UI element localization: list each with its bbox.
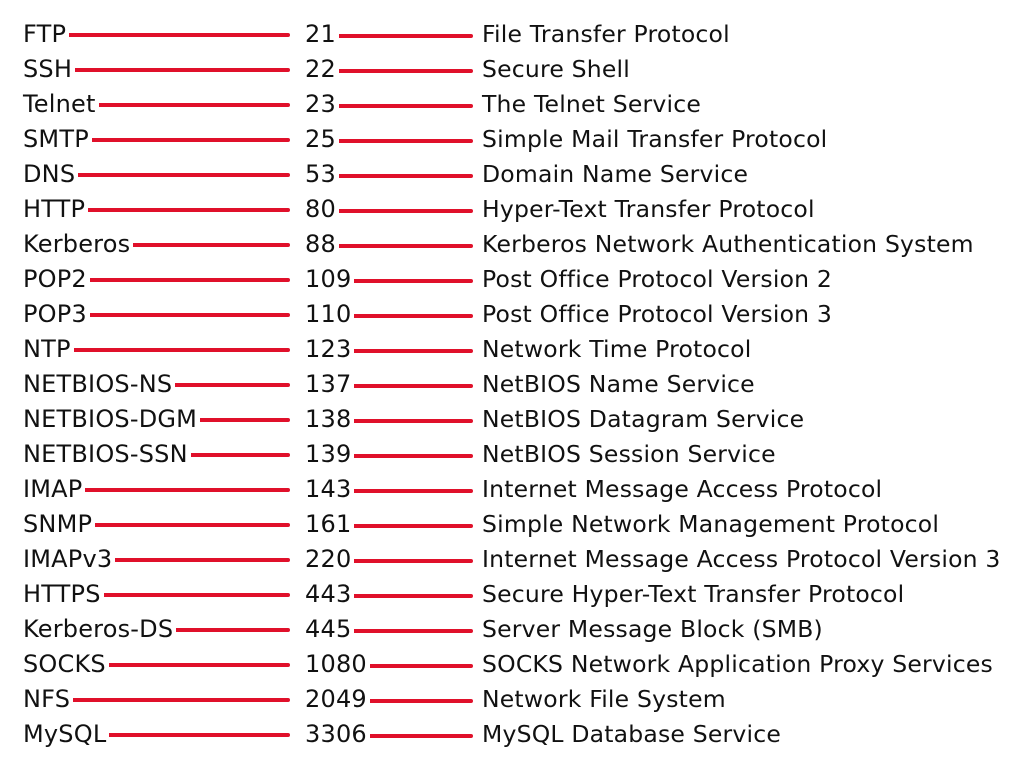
table-row: NTP 123 Network Time Protocol (0, 332, 1034, 367)
service-description: Network File System (480, 682, 726, 717)
port-number: 2049 (303, 682, 370, 717)
service-description: NetBIOS Session Service (480, 437, 776, 472)
protocol-name: IMAP (23, 472, 86, 507)
service-description: NetBIOS Datagram Service (480, 402, 805, 437)
port-number: 445 (303, 612, 355, 647)
port-number: 23 (303, 87, 339, 122)
table-row: IMAP 143 Internet Message Access Protocol (0, 472, 1034, 507)
service-description: Kerberos Network Authentication System (480, 227, 974, 262)
port-number: 139 (303, 437, 355, 472)
protocol-name: HTTPS (23, 577, 104, 612)
port-number: 138 (303, 402, 355, 437)
table-row: DNS 53 Domain Name Service (0, 157, 1034, 192)
table-row: MySQL 3306 MySQL Database Service (0, 717, 1034, 752)
table-row: SOCKS 1080 SOCKS Network Application Proxy… (0, 647, 1034, 682)
service-description: NetBIOS Name Service (480, 367, 755, 402)
protocol-name: SMTP (23, 122, 92, 157)
service-description: Server Message Block (SMB) (480, 612, 823, 647)
protocol-name: NETBIOS-NS (23, 367, 176, 402)
port-number: 161 (303, 507, 355, 542)
table-row: FTP 21 File Transfer Protocol (0, 17, 1034, 52)
protocol-name: NETBIOS-DGM (23, 402, 201, 437)
protocol-name: SOCKS (23, 647, 109, 682)
table-row: Kerberos-DS 445 Server Message Block (SMB) (0, 612, 1034, 647)
service-description: MySQL Database Service (480, 717, 782, 752)
service-description: Simple Network Management Protocol (480, 507, 940, 542)
protocol-name: Telnet (23, 87, 99, 122)
table-row: POP3 110 Post Office Protocol Version 3 (0, 297, 1034, 332)
service-description: Simple Mail Transfer Protocol (480, 122, 828, 157)
protocol-name: POP2 (23, 262, 90, 297)
port-number: 21 (303, 17, 339, 52)
port-number: 3306 (303, 717, 370, 752)
protocol-name: HTTP (23, 192, 89, 227)
protocol-name: NETBIOS-SSN (23, 437, 191, 472)
service-description: Post Office Protocol Version 2 (480, 262, 833, 297)
protocol-name: MySQL (23, 717, 110, 752)
port-number: 123 (303, 332, 355, 367)
table-row: NETBIOS-DGM 138 NetBIOS Datagram Service (0, 402, 1034, 437)
port-number: 22 (303, 52, 339, 87)
table-row: SMTP 25 Simple Mail Transfer Protocol (0, 122, 1034, 157)
port-number: 137 (303, 367, 355, 402)
protocol-name: SSH (23, 52, 76, 87)
table-row: POP2 109 Post Office Protocol Version 2 (0, 262, 1034, 297)
service-description: File Transfer Protocol (480, 17, 730, 52)
table-row: NFS 2049 Network File System (0, 682, 1034, 717)
port-number: 109 (303, 262, 355, 297)
service-description: Internet Message Access Protocol Version… (480, 542, 1001, 577)
service-description: Secure Shell (480, 52, 630, 87)
service-description: The Telnet Service (480, 87, 702, 122)
protocol-name: IMAPv3 (23, 542, 116, 577)
table-row: IMAPv3 220 Internet Message Access Protoco… (0, 542, 1034, 577)
service-description: Post Office Protocol Version 3 (480, 297, 833, 332)
service-description: Secure Hyper-Text Transfer Protocol (480, 577, 905, 612)
port-number: 110 (303, 297, 355, 332)
port-reference-table: FTP 21 File Transfer Protocol SSH 22 Secure S… (0, 0, 1034, 781)
protocol-name: NFS (23, 682, 74, 717)
port-number: 25 (303, 122, 339, 157)
port-number: 80 (303, 192, 339, 227)
table-row: NETBIOS-SSN 139 NetBIOS Session Service (0, 437, 1034, 472)
service-description: Internet Message Access Protocol (480, 472, 883, 507)
table-row: Kerberos 88 Kerberos Network Authenticatio… (0, 227, 1034, 262)
table-row: NETBIOS-NS 137 NetBIOS Name Service (0, 367, 1034, 402)
service-description: Network Time Protocol (480, 332, 752, 367)
service-description: Domain Name Service (480, 157, 749, 192)
port-number: 1080 (303, 647, 370, 682)
protocol-name: NTP (23, 332, 74, 367)
table-row: Telnet 23 The Telnet Service (0, 87, 1034, 122)
service-description: SOCKS Network Application Proxy Services (480, 647, 993, 682)
protocol-name: DNS (23, 157, 79, 192)
table-row: SNMP 161 Simple Network Management Protoco… (0, 507, 1034, 542)
protocol-name: FTP (23, 17, 70, 52)
port-number: 53 (303, 157, 339, 192)
service-description: Hyper-Text Transfer Protocol (480, 192, 815, 227)
port-number: 143 (303, 472, 355, 507)
protocol-name: POP3 (23, 297, 90, 332)
protocol-name: Kerberos-DS (23, 612, 177, 647)
protocol-name: SNMP (23, 507, 96, 542)
table-row: HTTP 80 Hyper-Text Transfer Protocol (0, 192, 1034, 227)
port-number: 443 (303, 577, 355, 612)
port-number: 220 (303, 542, 355, 577)
protocol-name: Kerberos (23, 227, 134, 262)
port-number: 88 (303, 227, 339, 262)
table-row: SSH 22 Secure Shell (0, 52, 1034, 87)
table-row: HTTPS 443 Secure Hyper-Text Transfer Proto… (0, 577, 1034, 612)
